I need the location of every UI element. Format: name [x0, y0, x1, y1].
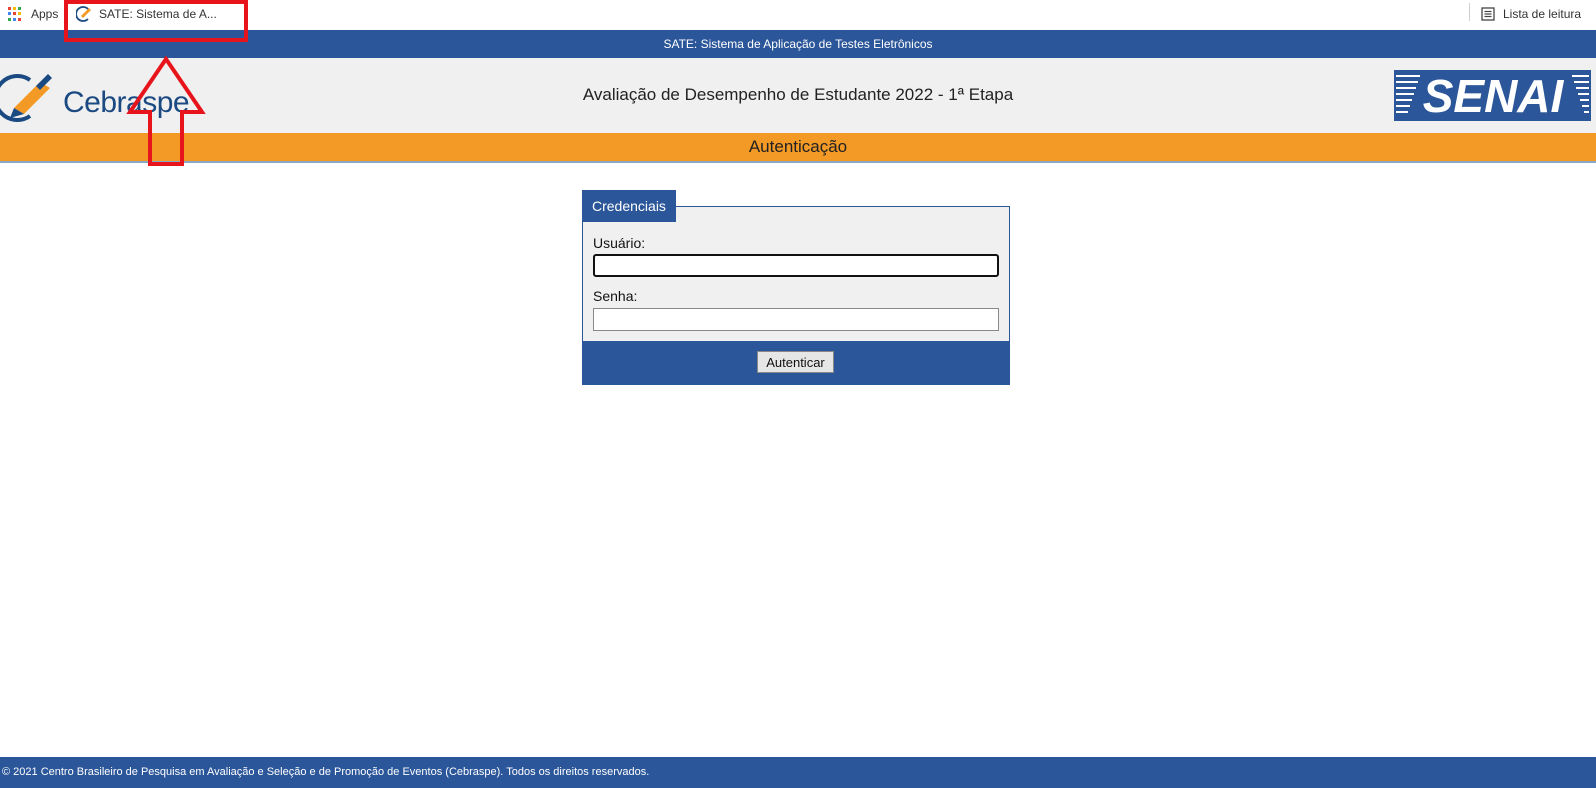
reading-list-button[interactable]: Lista de leitura [1481, 4, 1581, 24]
apps-grid-icon [8, 7, 22, 21]
bookmark-apps[interactable]: Apps [8, 4, 58, 24]
authenticate-button[interactable]: Autenticar [757, 351, 834, 373]
annotation-highlight-box [64, 0, 248, 42]
password-input[interactable] [593, 308, 999, 331]
bookmark-apps-label: Apps [31, 7, 59, 21]
reading-list-icon [1481, 7, 1495, 21]
system-title: SATE: Sistema de Aplicação de Testes Ele… [663, 37, 933, 51]
footer-copyright: © 2021 Centro Brasileiro de Pesquisa em … [2, 766, 650, 778]
reading-list-label: Lista de leitura [1503, 7, 1582, 21]
section-title: Autenticação [748, 137, 848, 156]
credentials-legend: Credenciais [582, 190, 676, 222]
page-footer: © 2021 Centro Brasileiro de Pesquisa em … [0, 757, 1596, 788]
senai-logo-text: SENAI [1423, 70, 1565, 121]
bookmarks-separator [1469, 3, 1470, 21]
page-title: Avaliação de Desempenho de Estudante 202… [582, 85, 1014, 104]
annotation-up-arrow [126, 56, 206, 166]
username-label: Usuário: [593, 235, 646, 251]
page-header: Cebraspe Avaliação de Desempenho de Estu… [0, 58, 1596, 133]
username-input[interactable] [593, 254, 999, 277]
section-bar: Autenticação [0, 133, 1596, 163]
senai-logo: SENAI [1394, 70, 1591, 121]
password-label: Senha: [593, 288, 638, 304]
